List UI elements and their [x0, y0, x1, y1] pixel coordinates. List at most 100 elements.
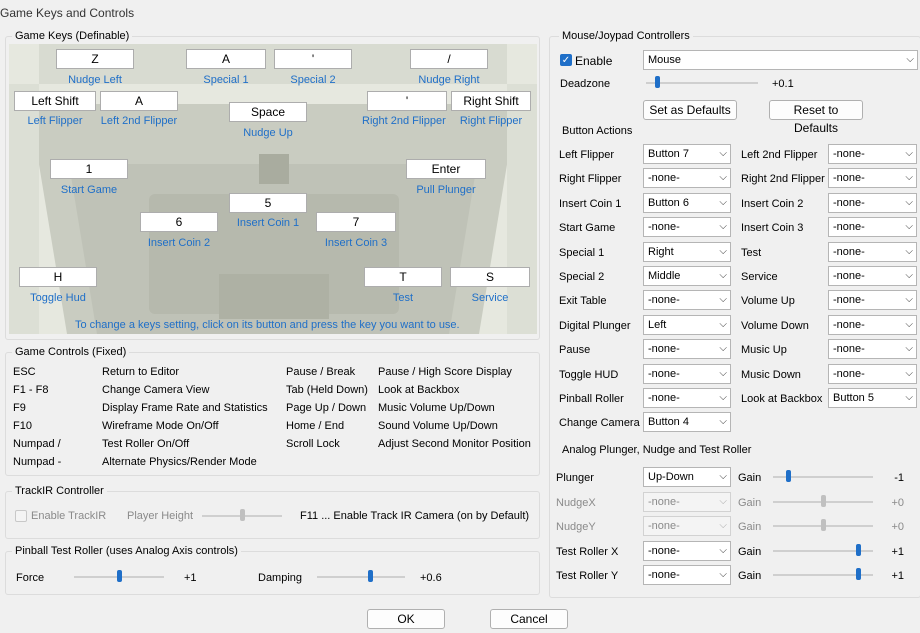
chevron-down-icon: ⌵	[905, 343, 913, 355]
analog-select[interactable]: -none- ⌵	[643, 516, 731, 536]
key-button[interactable]: Enter	[406, 159, 486, 179]
action-select[interactable]: -none- ⌵	[828, 241, 917, 262]
player-height-thumb[interactable]	[240, 509, 245, 521]
action-select[interactable]: -none- ⌵	[828, 266, 917, 286]
action-select[interactable]: Button 6 ⌵	[643, 192, 731, 213]
action-select[interactable]: -none- ⌵	[643, 363, 731, 384]
action-select[interactable]: -none- ⌵	[828, 339, 917, 360]
key-button[interactable]: A	[186, 49, 266, 69]
action-select[interactable]: -none- ⌵	[828, 168, 917, 189]
key-button[interactable]: H	[19, 267, 97, 287]
action-select-value: Left	[648, 318, 667, 331]
action-select[interactable]: -none- ⌵	[828, 192, 917, 213]
mouse-enable-checkbox[interactable]: ✓	[560, 54, 572, 66]
cancel-button[interactable]: Cancel	[490, 609, 568, 629]
gain-thumb[interactable]	[821, 494, 826, 507]
action-select-value: -none-	[833, 148, 865, 160]
analog-select-value: -none-	[648, 520, 680, 532]
action-select[interactable]: -none- ⌵	[643, 388, 731, 408]
gain-slider[interactable]	[773, 543, 873, 558]
key-button[interactable]: 1	[50, 159, 128, 179]
chevron-down-icon: ⌵	[719, 318, 727, 330]
action-select-value: Middle	[648, 270, 681, 282]
action-label: Special 1	[559, 246, 605, 259]
gain-slider[interactable]	[773, 568, 873, 582]
gain-thumb[interactable]	[856, 568, 861, 580]
action-select[interactable]: Button 5 ⌵	[828, 388, 917, 408]
trackir-enable-checkbox[interactable]	[15, 510, 27, 522]
action-select[interactable]: -none- ⌵	[643, 217, 731, 238]
action-select-value: Button 7	[648, 148, 689, 160]
action-select[interactable]: -none- ⌵	[828, 217, 917, 238]
action-select-value: -none-	[833, 196, 865, 209]
action-label: Service	[741, 271, 778, 283]
gain-thumb[interactable]	[856, 543, 861, 556]
action-select[interactable]: Right ⌵	[643, 241, 731, 262]
analog-select[interactable]: -none- ⌵	[643, 540, 731, 561]
analog-select[interactable]: Up-Down ⌵	[643, 467, 731, 487]
action-select-value: Right	[648, 245, 674, 258]
deadzone-thumb[interactable]	[655, 76, 661, 88]
gain-thumb[interactable]	[786, 470, 791, 482]
key-button[interactable]: S	[450, 267, 530, 287]
deadzone-slider[interactable]	[646, 76, 758, 90]
action-label: Exit Table	[559, 295, 607, 308]
key-label: Right Flipper	[459, 115, 523, 127]
analog-select[interactable]: -none- ⌵	[643, 565, 731, 585]
chevron-down-icon: ⌵	[719, 196, 727, 208]
gain-slider[interactable]	[773, 519, 873, 533]
key-button[interactable]: Space	[229, 102, 307, 122]
damping-thumb[interactable]	[367, 570, 373, 582]
key-button[interactable]: /	[410, 49, 488, 69]
force-thumb[interactable]	[117, 570, 122, 582]
set-defaults-button[interactable]: Set as Defaults	[643, 100, 737, 120]
key-button[interactable]: 6	[140, 212, 218, 232]
action-select[interactable]: -none- ⌵	[828, 290, 917, 311]
key-button[interactable]: A	[100, 91, 178, 111]
key-button[interactable]: Z	[56, 49, 134, 69]
action-select[interactable]: -none- ⌵	[828, 314, 917, 335]
action-select[interactable]: -none- ⌵	[828, 144, 917, 164]
key-button[interactable]: Right Shift	[451, 91, 531, 111]
chevron-down-icon: ⌵	[905, 318, 913, 330]
key-button[interactable]: 7	[316, 212, 396, 232]
key-label: Insert Coin 2	[147, 237, 211, 249]
action-select-value: -none-	[833, 367, 865, 380]
action-label: Volume Down	[741, 319, 809, 332]
gain-value: +0	[891, 521, 904, 533]
gain-slider[interactable]	[773, 494, 873, 509]
mouse-device-select[interactable]: Mouse ⌵	[643, 50, 918, 70]
ok-button[interactable]: OK	[367, 609, 445, 629]
force-slider[interactable]	[74, 570, 164, 584]
control-action: Test Roller On/Off	[102, 438, 190, 450]
key-button[interactable]: '	[367, 91, 447, 111]
action-select[interactable]: -none- ⌵	[643, 290, 731, 311]
analog-legend: Analog Plunger, Nudge and Test Roller	[559, 444, 755, 456]
key-label: Service	[471, 292, 509, 304]
action-select-value: -none-	[833, 318, 865, 331]
analog-select[interactable]: -none- ⌵	[643, 491, 731, 512]
key-button[interactable]: Left Shift	[14, 91, 96, 111]
action-select[interactable]: -none- ⌵	[643, 339, 731, 360]
damping-slider[interactable]	[317, 570, 405, 584]
gain-value: +1	[891, 570, 904, 582]
deadzone-value: +0.1	[772, 78, 794, 90]
player-height-slider[interactable]	[202, 509, 282, 523]
analog-label: Plunger	[556, 472, 594, 484]
gain-thumb[interactable]	[821, 519, 826, 531]
action-select[interactable]: Button 7 ⌵	[643, 144, 731, 164]
chevron-down-icon: ⌵	[719, 221, 727, 233]
gain-slider[interactable]	[773, 470, 873, 484]
gain-label: Gain	[738, 496, 762, 509]
key-button[interactable]: '	[274, 49, 352, 69]
action-select[interactable]: Middle ⌵	[643, 266, 731, 286]
action-select[interactable]: -none- ⌵	[828, 363, 917, 384]
action-select[interactable]: -none- ⌵	[643, 168, 731, 189]
action-select[interactable]: Left ⌵	[643, 314, 731, 335]
key-button[interactable]: T	[364, 267, 442, 287]
reset-defaults-button[interactable]: Reset to Defaults	[769, 100, 863, 135]
key-button[interactable]: 5	[229, 193, 307, 213]
action-select[interactable]: Button 4 ⌵	[643, 412, 731, 433]
chevron-down-icon: ⌵	[719, 520, 727, 531]
control-key: F1 - F8	[13, 384, 49, 396]
